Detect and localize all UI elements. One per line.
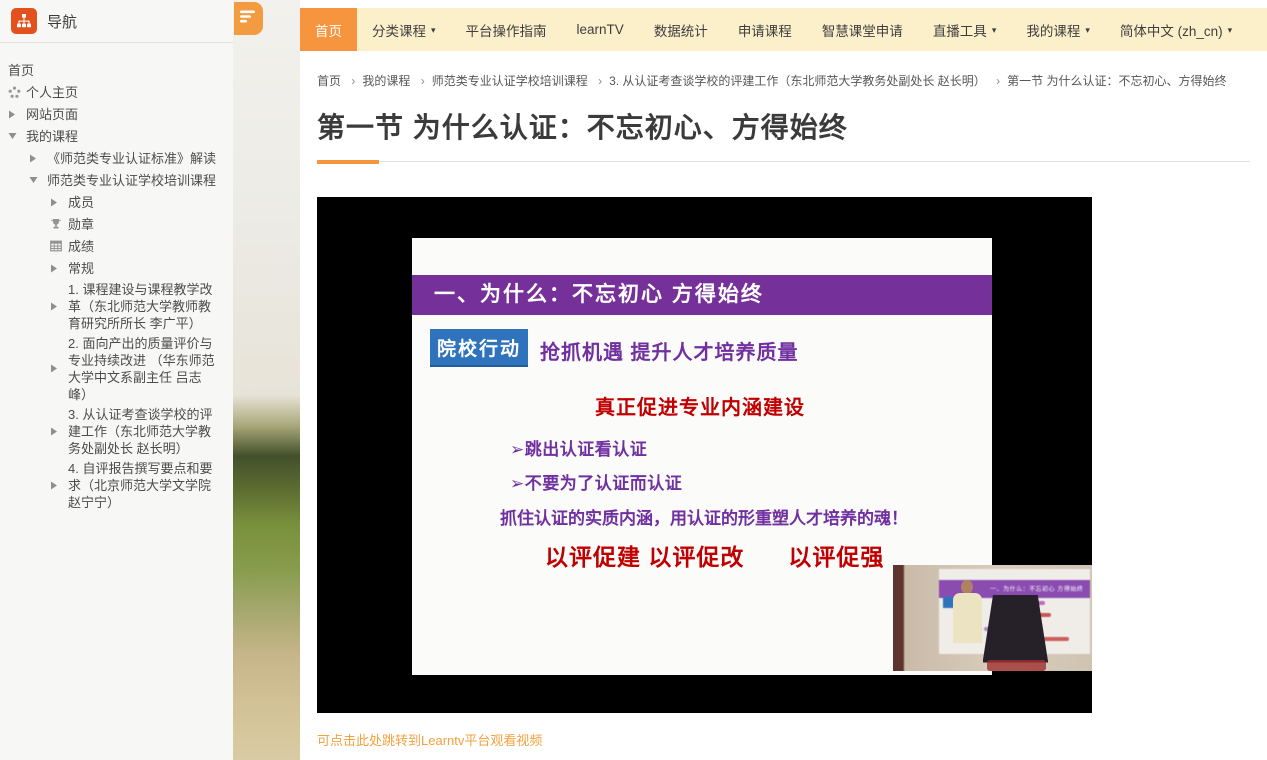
pip-podium xyxy=(983,595,1049,663)
breadcrumb-item[interactable]: 师范类专业认证学校培训课程 xyxy=(414,74,588,88)
sidebar-item[interactable]: 师范类专业认证学校培训课程 xyxy=(8,169,221,191)
sidebar-item-label: 2. 面向产出的质量评价与专业持续改进 （华东师范大学中文系副主任 吕志峰） xyxy=(68,335,221,403)
sidebar-item[interactable]: 常规 xyxy=(8,257,221,279)
topnav-item[interactable]: 我的课程 xyxy=(1011,8,1105,51)
breadcrumb-item[interactable]: 我的课程 xyxy=(344,74,410,88)
sidebar-item-label: 成员 xyxy=(68,194,221,211)
slide-slogan-left: 以评促建 以评促改 xyxy=(545,538,744,572)
sidebar-item[interactable]: 2. 面向产出的质量评价与专业持续改进 （华东师范大学中文系副主任 吕志峰） xyxy=(8,333,221,404)
learntv-link[interactable]: 可点击此处跳转到Learntv平台观看视频 xyxy=(317,730,542,749)
expanded-icon xyxy=(29,176,43,184)
sidebar-item[interactable]: 3. 从认证考查谈学校的评建工作（东北师范大学教务处副处长 赵长明） xyxy=(8,404,221,458)
breadcrumb-item[interactable]: 第一节 为什么认证：不忘初心、方得始终 xyxy=(989,74,1226,88)
slide-chip: 院校行动 xyxy=(430,329,528,367)
topnav-item[interactable]: 分类课程 xyxy=(357,8,451,51)
profile-icon xyxy=(8,86,22,99)
sidebar-item[interactable]: 成绩 xyxy=(8,235,221,257)
topnav-item-label: 平台操作指南 xyxy=(466,20,547,40)
sidebar-toggle-button[interactable] xyxy=(234,2,263,35)
topnav-item-label: 分类课程 xyxy=(372,20,426,40)
sidebar-item[interactable]: 勋章 xyxy=(8,213,221,235)
collapsed-icon xyxy=(8,110,22,119)
slide-slogan-right: 以评促强 xyxy=(788,538,884,572)
slide-statement: 抓住认证的实质内涵，用认证的形重塑人才培养的魂！ xyxy=(500,504,908,529)
sidebar-item-label: 师范类专业认证学校培训课程 xyxy=(47,172,221,189)
collapsed-icon xyxy=(29,154,43,163)
navigation-sidebar: 导航 首页 个人主页 网站页面 xyxy=(0,0,233,760)
sidebar-item[interactable]: 个人主页 xyxy=(8,81,221,103)
topnav-item[interactable]: 首页 xyxy=(300,8,357,51)
moodle-course-page: 导航 首页 个人主页 网站页面 xyxy=(0,0,1267,760)
main-content: 首页 分类课程 平台操作指南 learnTV 数据统计 xyxy=(300,0,1267,760)
slide-banner-heading: 一、为什么：不忘初心 方得始终 xyxy=(412,275,992,315)
sidebar-item[interactable]: 4. 自评报告撰写要点和要求（北京师范大学文学院 赵宁宁） xyxy=(8,458,221,512)
expanded-icon xyxy=(8,132,22,140)
topnav-item[interactable]: 简体中文 (zh_cn) xyxy=(1105,8,1247,51)
topnav-item[interactable]: learnTV xyxy=(562,8,639,51)
slide-bullet: ➢跳出认证看认证 xyxy=(510,435,647,460)
top-navigation: 首页 分类课程 平台操作指南 learnTV 数据统计 xyxy=(300,8,1267,51)
collapsed-icon xyxy=(50,364,64,373)
topnav-item[interactable]: 平台操作指南 xyxy=(451,8,562,51)
collapsed-icon xyxy=(50,264,64,273)
page-title: 第一节 为什么认证：不忘初心、方得始终 xyxy=(317,106,1250,146)
sidebar-item[interactable]: 首页 xyxy=(8,59,221,81)
slide-bullet: ➢不要为了认证而认证 xyxy=(510,469,682,494)
pip-speaker xyxy=(961,580,973,594)
topnav-item-label: 直播工具 xyxy=(933,20,987,40)
sidebar-item-label: 我的课程 xyxy=(26,128,221,145)
topnav-item-label: 智慧课堂申请 xyxy=(822,20,903,40)
speaker-video-overlay: 一、为什么：不忘初心 方得始终 xyxy=(893,565,1092,671)
pip-flowers xyxy=(987,660,1047,671)
sidebar-item-label: 常规 xyxy=(68,260,221,277)
slide-slogan: 以评促建 以评促改 以评促强 xyxy=(545,538,884,572)
sidebar-header: 导航 xyxy=(0,0,233,43)
slide-chip-caption: 抢抓机遇 提升人才培养质量 xyxy=(540,336,799,365)
topnav-item-label: 申请课程 xyxy=(738,20,792,40)
sidebar-item-label: 勋章 xyxy=(68,216,221,233)
topnav-item-label: 简体中文 (zh_cn) xyxy=(1120,20,1223,40)
sidebar-item-label: 网站页面 xyxy=(26,106,221,123)
breadcrumb-item[interactable]: 首页 xyxy=(317,74,341,88)
topnav-item-label: learnTV xyxy=(577,22,624,37)
topnav-item-label: 数据统计 xyxy=(654,20,708,40)
collapsed-icon xyxy=(50,427,64,436)
topnav-item-label: 我的课程 xyxy=(1026,20,1080,40)
video-player[interactable]: 一、为什么：不忘初心 方得始终 院校行动 抢抓机遇 提升人才培养质量 真正促进专… xyxy=(317,197,1092,713)
title-divider xyxy=(317,161,1250,166)
navigation-tree: 首页 个人主页 网站页面 我的课程 xyxy=(0,43,233,512)
divider-accent xyxy=(317,160,379,164)
sidebar-item-label: 3. 从认证考查谈学校的评建工作（东北师范大学教务处副处长 赵长明） xyxy=(68,406,221,457)
trophy-icon xyxy=(50,218,64,230)
sidebar-item[interactable]: 我的课程 xyxy=(8,125,221,147)
sidebar-item[interactable]: 1. 课程建设与课程教学改革（东北师范大学教师教育研究所所长 李广平） xyxy=(8,279,221,333)
topnav-item[interactable]: 申请课程 xyxy=(723,8,807,51)
sidebar-item-label: 个人主页 xyxy=(26,84,221,101)
sidebar-item-label: 成绩 xyxy=(68,238,221,255)
dock-lines-icon xyxy=(240,10,256,27)
breadcrumb: 首页 我的课程 师范类专业认证学校培训课程 3. 从认证考查谈学校的评建工作（东… xyxy=(317,72,1250,89)
sidebar-item-label: 首页 xyxy=(8,62,221,79)
collapsed-icon xyxy=(50,302,64,311)
sidebar-item[interactable]: 成员 xyxy=(8,191,221,213)
sidebar-item-label: 1. 课程建设与课程教学改革（东北师范大学教师教育研究所所长 李广平） xyxy=(68,281,221,332)
topnav-item[interactable]: 直播工具 xyxy=(918,8,1012,51)
sidebar-title: 导航 xyxy=(47,11,77,32)
slide-highlight-text: 真正促进专业内涵建设 xyxy=(595,391,805,420)
topnav-item[interactable]: 数据统计 xyxy=(639,8,723,51)
grades-icon xyxy=(50,240,64,252)
collapsed-icon xyxy=(50,481,64,490)
topnav-item[interactable]: 智慧课堂申请 xyxy=(807,8,918,51)
sitemap-icon xyxy=(11,8,37,34)
breadcrumb-item[interactable]: 3. 从认证考查谈学校的评建工作（东北师范大学教务处副处长 赵长明） xyxy=(591,74,986,88)
collapsed-icon xyxy=(50,198,64,207)
topnav-item-label: 首页 xyxy=(315,20,342,40)
pip-speaker-body xyxy=(953,593,982,643)
sidebar-item[interactable]: 网站页面 xyxy=(8,103,221,125)
sidebar-item-label: 4. 自评报告撰写要点和要求（北京师范大学文学院 赵宁宁） xyxy=(68,460,221,511)
background-photo xyxy=(233,0,300,760)
sidebar-item-label: 《师范类专业认证标准》解读 xyxy=(47,150,221,167)
sidebar-item[interactable]: 《师范类专业认证标准》解读 xyxy=(8,147,221,169)
